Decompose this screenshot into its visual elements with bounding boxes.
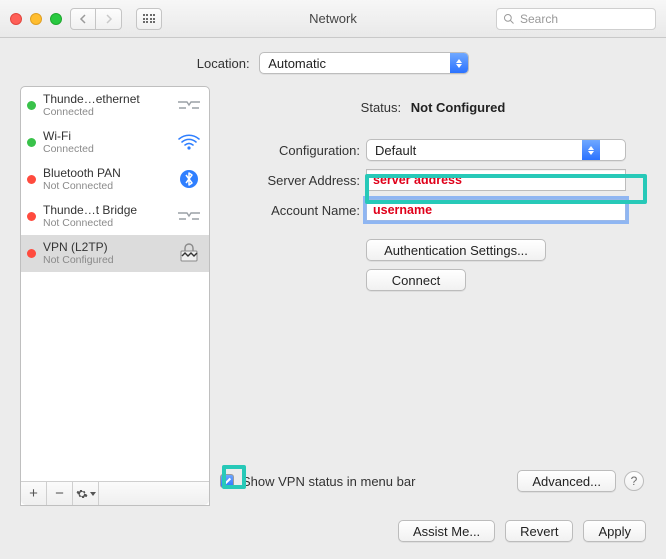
interface-name: VPN (L2TP) xyxy=(43,240,168,254)
show-vpn-status-label: Show VPN status in menu bar xyxy=(242,474,509,489)
search-placeholder: Search xyxy=(520,12,558,26)
ethernet-icon xyxy=(175,94,203,116)
account-name-label: Account Name: xyxy=(220,203,360,218)
authentication-settings-button[interactable]: Authentication Settings... xyxy=(366,239,546,261)
search-input[interactable]: Search xyxy=(496,8,656,30)
interface-name: Bluetooth PAN xyxy=(43,166,168,180)
configuration-value: Default xyxy=(367,143,582,158)
window-controls xyxy=(10,13,62,25)
vpn-form: Configuration: Default Server Address: A… xyxy=(220,139,646,221)
sidebar-item-bridge[interactable]: Thunde…t Bridge Not Connected xyxy=(21,198,209,235)
sidebar-actions-button[interactable] xyxy=(73,482,99,505)
location-select[interactable]: Automatic xyxy=(259,52,469,74)
interfaces-list: Thunde…ethernet Connected Wi-Fi Connecte… xyxy=(21,87,209,481)
sidebar-item-wifi[interactable]: Wi-Fi Connected xyxy=(21,124,209,161)
chevron-down-icon xyxy=(90,492,96,496)
status-dot-icon xyxy=(27,138,36,147)
status-dot-icon xyxy=(27,212,36,221)
interface-status: Not Configured xyxy=(43,254,168,266)
zoom-window-button[interactable] xyxy=(50,13,62,25)
location-label: Location: xyxy=(197,56,250,71)
server-address-label: Server Address: xyxy=(220,173,360,188)
interface-name: Wi-Fi xyxy=(43,129,168,143)
location-value: Automatic xyxy=(260,56,450,71)
interface-status: Not Connected xyxy=(43,180,168,192)
status-dot-icon xyxy=(27,101,36,110)
show-vpn-status-checkbox[interactable] xyxy=(220,474,234,488)
revert-button[interactable]: Revert xyxy=(505,520,573,542)
wifi-icon xyxy=(175,131,203,153)
footer-buttons: Assist Me... Revert Apply xyxy=(0,512,666,542)
bluetooth-icon xyxy=(175,168,203,190)
interface-status: Connected xyxy=(43,106,168,118)
grid-icon xyxy=(143,14,156,23)
close-window-button[interactable] xyxy=(10,13,22,25)
bottom-row: Show VPN status in menu bar Advanced... … xyxy=(220,470,646,492)
content-pane: Status: Not Configured Configuration: De… xyxy=(220,86,646,506)
status-dot-icon xyxy=(27,249,36,258)
status-label: Status: xyxy=(361,100,401,115)
chevron-left-icon xyxy=(79,14,87,24)
search-icon xyxy=(503,13,515,25)
add-interface-button[interactable]: + xyxy=(21,482,47,505)
chevron-right-icon xyxy=(105,14,113,24)
updown-arrows-icon xyxy=(582,140,600,160)
status-dot-icon xyxy=(27,175,36,184)
back-button[interactable] xyxy=(70,8,96,30)
remove-interface-button[interactable]: − xyxy=(47,482,73,505)
account-name-input[interactable] xyxy=(366,199,626,221)
connect-button[interactable]: Connect xyxy=(366,269,466,291)
sidebar-item-ethernet[interactable]: Thunde…ethernet Connected xyxy=(21,87,209,124)
titlebar: Network Search xyxy=(0,0,666,38)
interface-status: Connected xyxy=(43,143,168,155)
sidebar-toolbar: + − xyxy=(21,481,209,505)
configuration-select[interactable]: Default xyxy=(366,139,626,161)
config-label: Configuration: xyxy=(220,143,360,158)
help-button[interactable]: ? xyxy=(624,471,644,491)
apply-button[interactable]: Apply xyxy=(583,520,646,542)
location-row: Location: Automatic xyxy=(0,38,666,86)
minimize-window-button[interactable] xyxy=(30,13,42,25)
updown-arrows-icon xyxy=(450,53,468,73)
interface-name: Thunde…ethernet xyxy=(43,92,168,106)
assist-me-button[interactable]: Assist Me... xyxy=(398,520,495,542)
check-icon xyxy=(222,476,232,486)
status-line: Status: Not Configured xyxy=(220,86,646,139)
interfaces-sidebar: Thunde…ethernet Connected Wi-Fi Connecte… xyxy=(20,86,210,506)
gear-icon xyxy=(76,488,88,500)
advanced-button[interactable]: Advanced... xyxy=(517,470,616,492)
server-address-input[interactable] xyxy=(366,169,626,191)
sidebar-item-vpn[interactable]: VPN (L2TP) Not Configured xyxy=(21,235,209,272)
vpn-lock-icon xyxy=(175,242,203,264)
sidebar-item-bluetooth[interactable]: Bluetooth PAN Not Connected xyxy=(21,161,209,198)
interface-status: Not Connected xyxy=(43,217,168,229)
status-value: Not Configured xyxy=(411,100,506,115)
forward-button[interactable] xyxy=(96,8,122,30)
ethernet-icon xyxy=(175,205,203,227)
show-all-button[interactable] xyxy=(136,8,162,30)
nav-buttons xyxy=(70,8,122,30)
interface-name: Thunde…t Bridge xyxy=(43,203,168,217)
